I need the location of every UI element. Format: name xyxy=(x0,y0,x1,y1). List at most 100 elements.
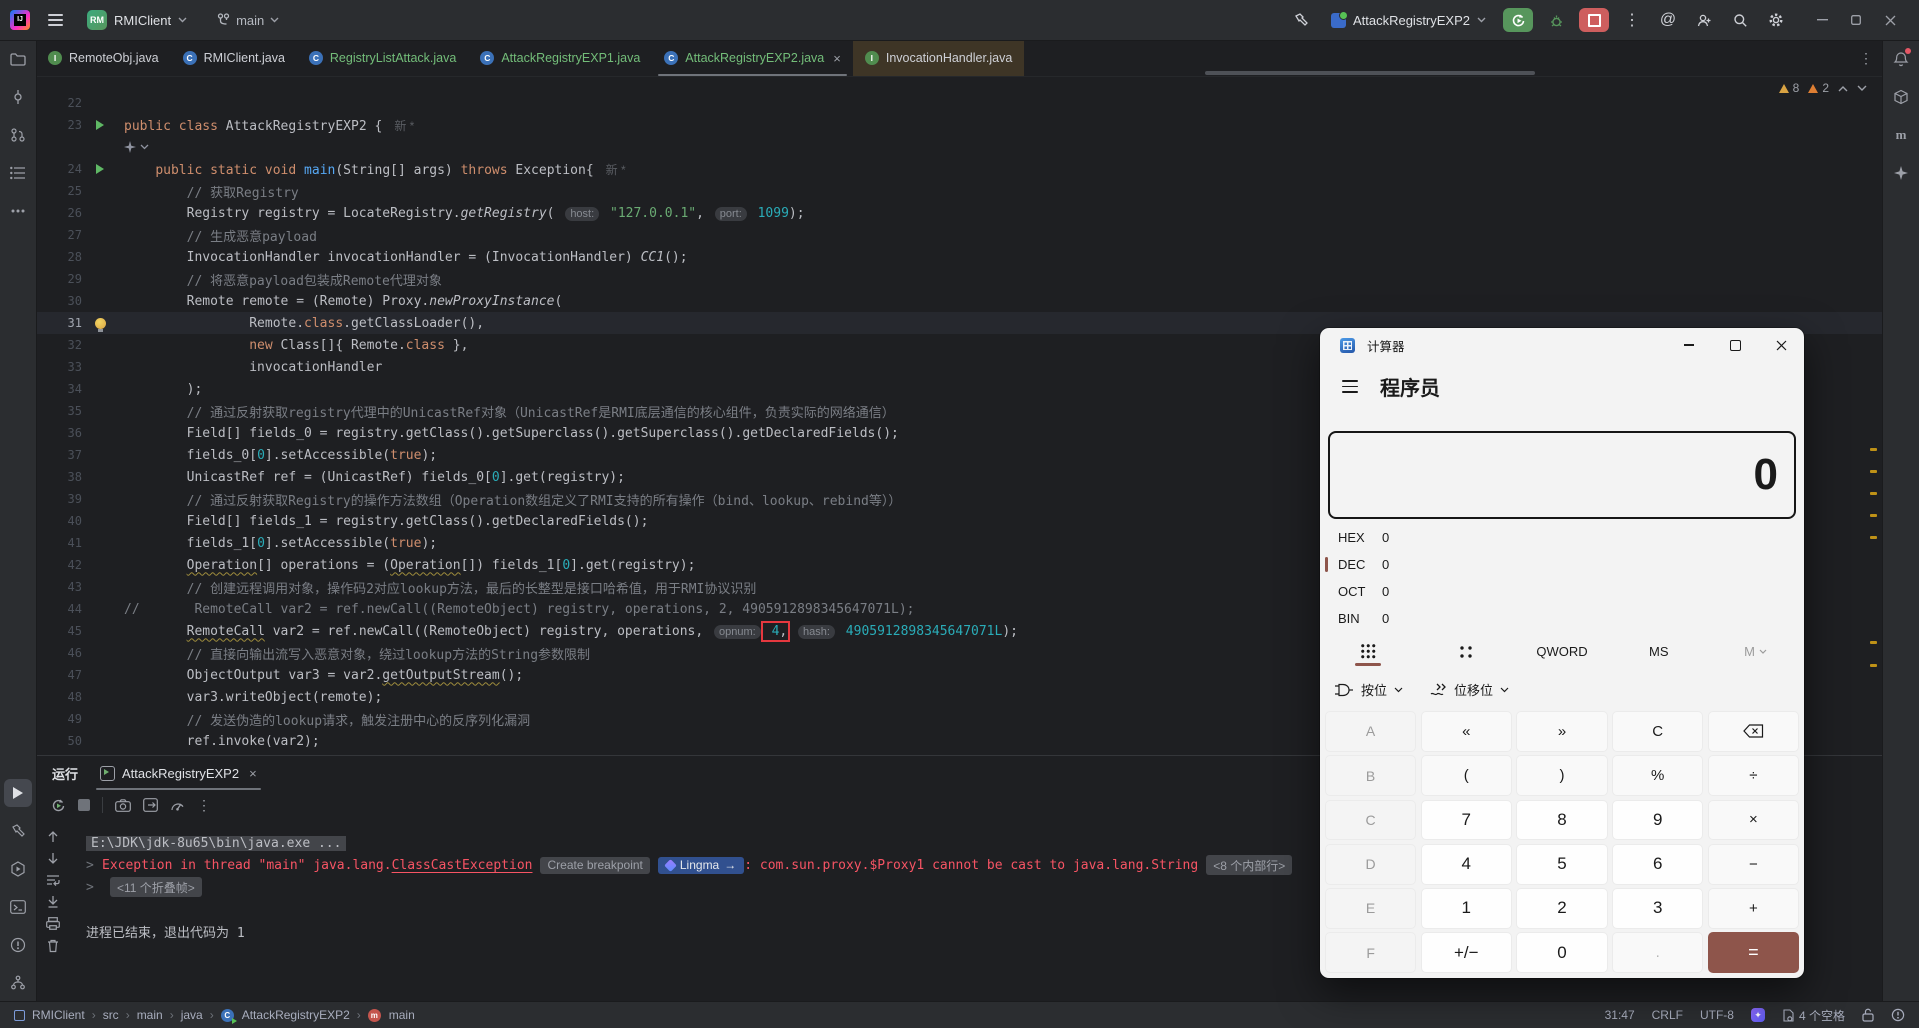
calc-key-)[interactable]: ) xyxy=(1516,755,1608,796)
calc-key-0[interactable]: 0 xyxy=(1516,932,1608,973)
run-tool-icon[interactable] xyxy=(4,779,32,807)
bit-keypad-toggle[interactable] xyxy=(1417,644,1514,658)
tab-close-icon[interactable]: × xyxy=(833,51,841,66)
next-problem-icon[interactable] xyxy=(1857,85,1867,92)
structure-tool-icon[interactable] xyxy=(4,159,32,187)
fold-arrow-icon[interactable]: > xyxy=(86,880,102,895)
editor-tab[interactable]: C RegistryListAttack.java xyxy=(297,40,468,76)
console-badge[interactable]: <11 个折叠帧> xyxy=(110,877,202,897)
project-selector[interactable]: RM RMIClient xyxy=(81,7,193,33)
lingma-tool-icon[interactable] xyxy=(1887,159,1915,187)
breadcrumb-item[interactable]: src xyxy=(103,1008,119,1022)
calc-key-1[interactable]: 1 xyxy=(1420,888,1512,929)
calc-key-9[interactable]: 9 xyxy=(1612,799,1704,841)
branch-selector[interactable]: main xyxy=(217,13,279,28)
run-gutter-icon[interactable] xyxy=(96,164,104,174)
file-encoding[interactable]: UTF-8 xyxy=(1700,1008,1734,1022)
problems-tool-icon[interactable] xyxy=(4,931,32,959)
code-line[interactable]: 27 // 生成恶意payload xyxy=(36,224,1883,246)
build-tool-icon[interactable] xyxy=(4,817,32,845)
project-tool-icon[interactable] xyxy=(4,45,32,73)
console-more-icon[interactable]: ⋮ xyxy=(197,797,211,814)
more-actions-icon[interactable]: ⋮ xyxy=(1619,7,1645,33)
fold-arrow-icon[interactable]: > xyxy=(86,858,102,873)
code-line[interactable]: 23 public class AttackRegistryEXP2 {新 * xyxy=(36,114,1883,136)
radix-row-dec[interactable]: DEC 0 xyxy=(1320,551,1804,578)
tab-scrollbar-thumb[interactable] xyxy=(1205,71,1535,75)
chevron-down-icon[interactable] xyxy=(140,144,149,150)
run-gutter-icon[interactable] xyxy=(96,120,104,130)
profiler-icon[interactable] xyxy=(170,798,185,812)
console-badge[interactable]: <8 个内部行> xyxy=(1206,855,1293,875)
calc-key-=[interactable]: = xyxy=(1707,932,1799,973)
editor-tab[interactable]: C AttackRegistryEXP2.java × xyxy=(652,40,853,76)
caret-position[interactable]: 31:47 xyxy=(1605,1008,1635,1022)
full-keypad-toggle[interactable] xyxy=(1320,643,1417,666)
bitwise-dropdown[interactable]: 按位 xyxy=(1334,680,1403,699)
calc-close-button[interactable] xyxy=(1758,328,1804,362)
run-console-tab[interactable]: AttackRegistryEXP2 × xyxy=(96,756,261,790)
editor-tab[interactable]: C RMIClient.java xyxy=(171,40,297,76)
print-icon[interactable] xyxy=(46,917,60,930)
calc-key-4[interactable]: 4 xyxy=(1420,843,1512,885)
at-mention-icon[interactable]: @ xyxy=(1655,7,1681,33)
main-menu-icon[interactable] xyxy=(44,10,67,29)
calc-key-÷[interactable]: ÷ xyxy=(1707,755,1799,796)
breadcrumb-item[interactable]: main xyxy=(137,1008,163,1022)
editor-error-stripe[interactable] xyxy=(1869,76,1877,755)
breadcrumb[interactable]: RMIClient › src › main › java › C AttackRegistryE… xyxy=(14,1008,415,1024)
down-stack-icon[interactable] xyxy=(47,852,59,865)
code-line[interactable]: 26 Registry registry = LocateRegistry.ge… xyxy=(36,202,1883,224)
calc-key-5[interactable]: 5 xyxy=(1516,843,1608,885)
services-tool-icon[interactable] xyxy=(4,855,32,883)
calc-key-−[interactable]: − xyxy=(1707,843,1799,885)
calc-minimize-button[interactable] xyxy=(1666,328,1712,362)
window-maximize-button[interactable] xyxy=(1839,5,1873,35)
code-line[interactable]: 30 Remote remote = (Remote) Proxy.newPro… xyxy=(36,290,1883,312)
ai-inlay-row[interactable] xyxy=(36,136,1883,158)
radix-row-bin[interactable]: BIN 0 xyxy=(1320,605,1804,632)
calc-menu-icon[interactable] xyxy=(1336,374,1364,399)
bitshift-dropdown[interactable]: 位移位 xyxy=(1429,680,1509,699)
memory-flyout-button[interactable]: M xyxy=(1707,644,1804,659)
calc-key-6[interactable]: 6 xyxy=(1612,843,1704,885)
window-close-button[interactable] xyxy=(1873,5,1907,35)
lingma-chip[interactable]: Lingma → xyxy=(657,856,745,874)
commit-tool-icon[interactable] xyxy=(4,83,32,111)
calc-key-3[interactable]: 3 xyxy=(1612,888,1704,929)
breadcrumb-item[interactable]: m main xyxy=(367,1008,415,1022)
indent-setting[interactable]: 4 个空格 xyxy=(1782,1007,1845,1024)
rerun-icon[interactable] xyxy=(50,798,66,813)
word-size-button[interactable]: QWORD xyxy=(1514,644,1611,659)
more-tools-icon[interactable] xyxy=(4,197,32,225)
warning-count[interactable]: 2 xyxy=(1808,81,1829,95)
unlocked-icon[interactable] xyxy=(1862,1008,1874,1022)
rerun-button[interactable] xyxy=(1503,8,1533,32)
calc-key-backspace[interactable] xyxy=(1707,711,1799,752)
calculator-titlebar[interactable]: 计算器 xyxy=(1320,328,1804,362)
code-with-me-icon[interactable] xyxy=(1691,7,1717,33)
radix-row-hex[interactable]: HEX 0 xyxy=(1320,524,1804,551)
radix-row-oct[interactable]: OCT 0 xyxy=(1320,578,1804,605)
window-minimize-button[interactable] xyxy=(1805,5,1839,35)
clear-console-trash-icon[interactable] xyxy=(47,939,59,953)
settings-gear-icon[interactable] xyxy=(1763,7,1789,33)
calc-maximize-button[interactable] xyxy=(1712,328,1758,362)
close-icon[interactable]: × xyxy=(249,766,257,781)
lingma-status-icon[interactable]: ✦ xyxy=(1750,1008,1765,1022)
build-hammer-icon[interactable] xyxy=(1288,7,1314,33)
stop-icon[interactable] xyxy=(78,799,90,811)
terminal-tool-icon[interactable] xyxy=(4,893,32,921)
calc-key-C[interactable]: C xyxy=(1612,711,1704,752)
inspections-widget[interactable]: 8 2 xyxy=(1778,81,1867,95)
inspection-status-icon[interactable] xyxy=(1891,1008,1905,1022)
debug-button[interactable] xyxy=(1543,7,1569,33)
prev-problem-icon[interactable] xyxy=(1838,85,1848,92)
dependencies-tool-icon[interactable] xyxy=(1887,83,1915,111)
breadcrumb-item[interactable]: C AttackRegistryEXP2 xyxy=(220,1008,350,1024)
code-line[interactable]: 25 // 获取Registry xyxy=(36,180,1883,202)
weak-warning-count[interactable]: 8 xyxy=(1778,81,1799,95)
calc-key-×[interactable]: × xyxy=(1707,799,1799,841)
calc-key-»[interactable]: » xyxy=(1516,711,1608,752)
scroll-to-end-icon[interactable] xyxy=(47,895,59,908)
